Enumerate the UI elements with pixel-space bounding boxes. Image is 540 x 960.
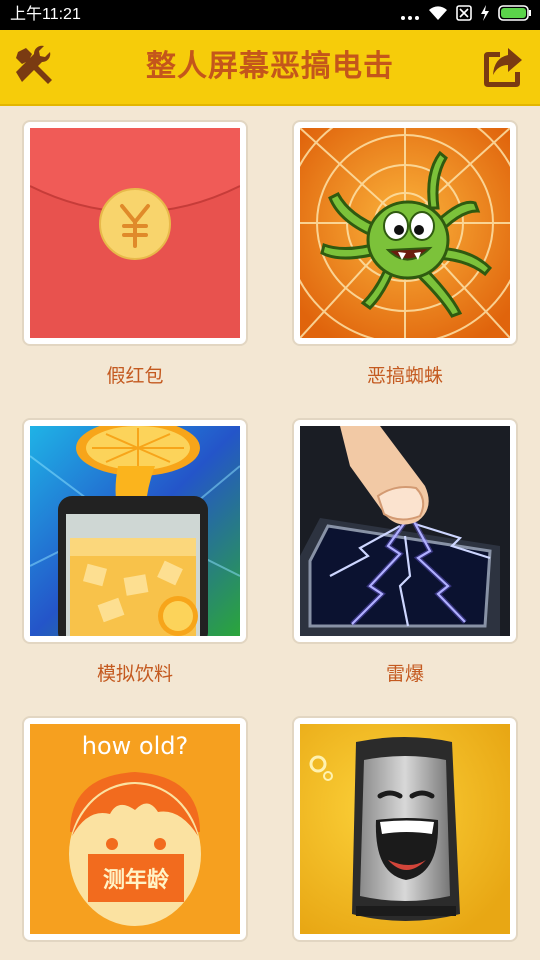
red-envelope-icon — [30, 128, 240, 338]
wifi-icon — [428, 5, 448, 25]
app-title: 整人屏幕恶搞电击 — [146, 49, 394, 84]
card-label: 模拟饮料 — [96, 663, 173, 685]
card-simulated-drink[interactable]: 模拟饮料 — [22, 418, 248, 686]
laughing-phone-icon — [300, 724, 510, 934]
age-test-icon: how old? 测年龄 — [30, 724, 240, 934]
status-time: 上午11:21 — [10, 6, 81, 23]
card-frame — [292, 716, 518, 942]
card-thunder-blast[interactable]: 雷爆 — [292, 418, 518, 686]
battery-icon — [498, 5, 532, 25]
card-laughing-phone[interactable] — [292, 716, 518, 942]
card-frame — [292, 418, 518, 644]
spider-icon — [300, 128, 510, 338]
lightning-icon — [300, 426, 510, 636]
card-frame — [22, 418, 248, 644]
more-dots-icon — [400, 6, 420, 25]
charging-icon — [480, 5, 490, 25]
card-frame: how old? 测年龄 — [22, 716, 248, 942]
juice-icon — [30, 426, 240, 636]
no-sim-icon — [456, 5, 472, 25]
share-button[interactable] — [478, 44, 526, 92]
card-prank-spider[interactable]: 恶搞蜘蛛 — [292, 120, 518, 388]
card-label: 假红包 — [106, 365, 164, 387]
card-fake-red-envelope[interactable]: 假红包 — [22, 120, 248, 388]
app-bar: 整人屏幕恶搞电击 — [0, 30, 540, 106]
card-label: 恶搞蜘蛛 — [366, 365, 443, 387]
card-label: 雷爆 — [385, 663, 424, 685]
status-bar: 上午11:21 — [0, 0, 540, 30]
card-frame — [22, 120, 248, 346]
card-frame — [292, 120, 518, 346]
image-text: how old? — [82, 732, 188, 760]
share-icon — [478, 48, 526, 96]
age-badge-text: 测年龄 — [103, 867, 170, 893]
card-age-test[interactable]: how old? 测年龄 — [22, 716, 248, 942]
